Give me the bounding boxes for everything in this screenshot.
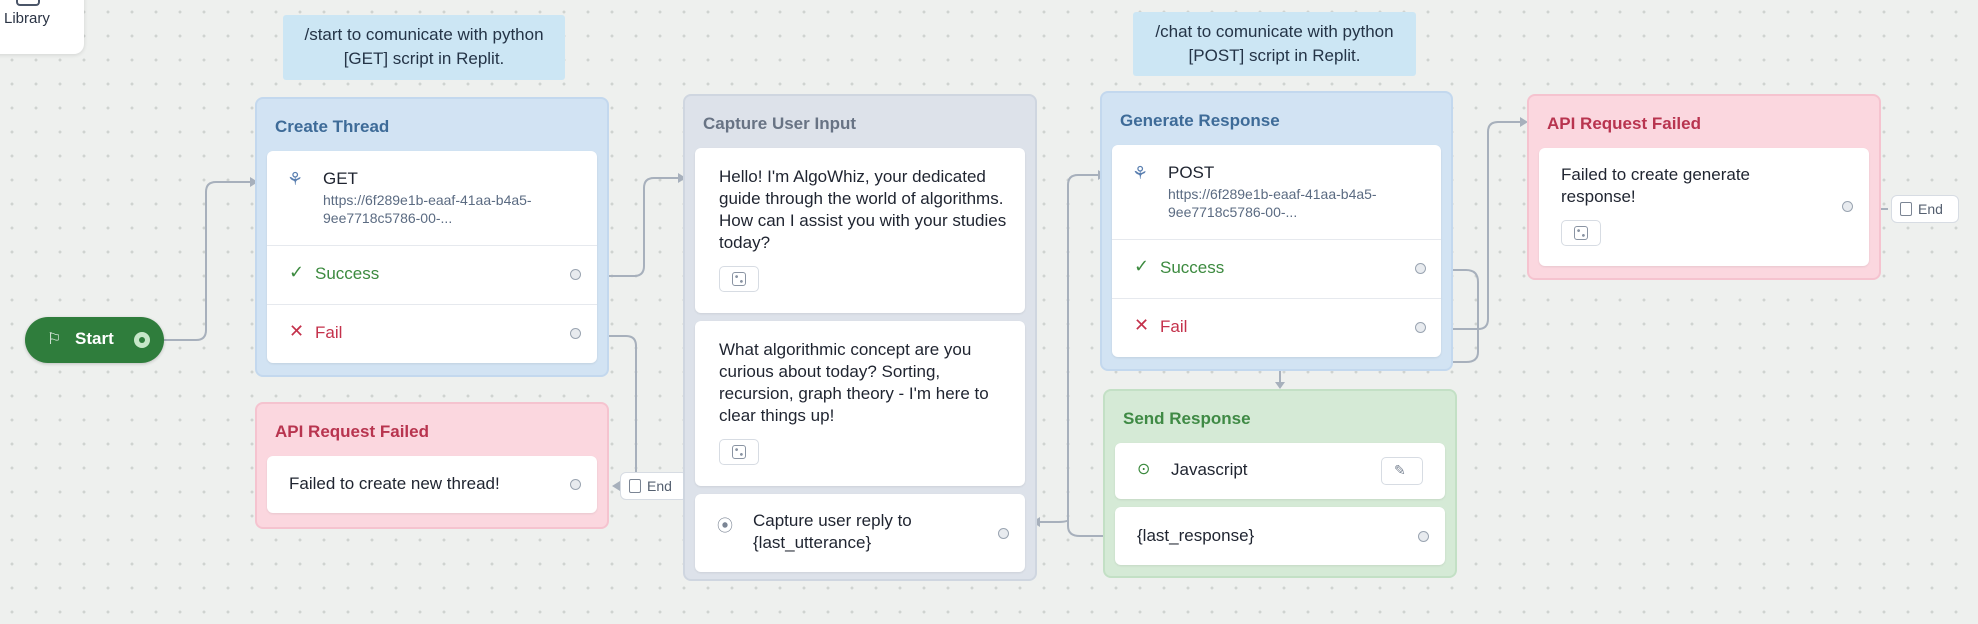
generate-response-card[interactable]: ⚘ POST https://6f289e1b-eaaf-41aa-b4a5-9… bbox=[1112, 145, 1441, 357]
dice-icon[interactable] bbox=[1561, 220, 1601, 246]
api-failed-message-2: Failed to create generate response! bbox=[1561, 165, 1751, 206]
webhook-icon: ⚘ bbox=[287, 169, 304, 189]
code-icon: ⊙ bbox=[1137, 461, 1151, 478]
capture-icon: ⦿ bbox=[717, 518, 734, 535]
javascript-step[interactable]: ⊙ Javascript ✎ bbox=[1115, 443, 1445, 499]
check-icon: ✓ bbox=[289, 262, 305, 282]
end-node-1[interactable]: End bbox=[620, 472, 688, 500]
book-icon bbox=[16, 0, 40, 6]
x-icon: ✕ bbox=[289, 321, 305, 341]
success-port[interactable] bbox=[1415, 263, 1426, 274]
end-node-2[interactable]: End bbox=[1891, 195, 1959, 223]
check-icon: ✓ bbox=[1134, 256, 1150, 276]
response-port[interactable] bbox=[1418, 531, 1429, 542]
fail-path[interactable]: ✕ Fail bbox=[1112, 298, 1441, 357]
success-path[interactable]: ✓ Success bbox=[1112, 239, 1441, 298]
method-label: GET bbox=[323, 169, 358, 188]
end-label-1: End bbox=[647, 478, 672, 494]
fail-label: Fail bbox=[1160, 317, 1188, 336]
note-post[interactable]: /chat to comunicate with python [POST] s… bbox=[1133, 12, 1416, 76]
dice-icon[interactable] bbox=[719, 266, 759, 292]
x-icon: ✕ bbox=[1134, 315, 1150, 335]
api-request-step[interactable]: ⚘ POST https://6f289e1b-eaaf-41aa-b4a5-9… bbox=[1112, 145, 1441, 239]
message-text-2: What algorithmic concept are you curious… bbox=[719, 340, 989, 425]
fail-port[interactable] bbox=[570, 328, 581, 339]
success-label: Success bbox=[1160, 258, 1225, 277]
create-thread-card[interactable]: ⚘ GET https://6f289e1b-eaaf-41aa-b4a5-9e… bbox=[267, 151, 597, 363]
fail-port[interactable] bbox=[1415, 322, 1426, 333]
capture-input-title: Capture User Input bbox=[703, 114, 857, 133]
message-card-1[interactable]: Hello! I'm AlgoWhiz, your dedicated guid… bbox=[695, 148, 1025, 313]
capture-reply-card[interactable]: ⦿ Capture user reply to {last_utterance} bbox=[695, 494, 1025, 572]
flag-icon: ⚐ bbox=[47, 331, 62, 348]
edit-icon: ✎ bbox=[1394, 462, 1406, 478]
generate-response-title: Generate Response bbox=[1120, 111, 1280, 130]
api-request-step[interactable]: ⚘ GET https://6f289e1b-eaaf-41aa-b4a5-9e… bbox=[267, 151, 597, 245]
response-step[interactable]: {last_response} bbox=[1115, 507, 1445, 565]
success-path[interactable]: ✓ Success bbox=[267, 245, 597, 304]
api-failed-block-2[interactable]: API Request Failed Failed to create gene… bbox=[1527, 94, 1881, 280]
fail-path[interactable]: ✕ Fail bbox=[267, 304, 597, 363]
end-label-2: End bbox=[1918, 201, 1943, 217]
dice-icon[interactable] bbox=[719, 439, 759, 465]
response-text: {last_response} bbox=[1137, 526, 1255, 545]
api-failed-title-1: API Request Failed bbox=[275, 422, 429, 441]
library-panel[interactable]: Library bbox=[0, 0, 84, 54]
url-text: https://6f289e1b-eaaf-41aa-b4a5-9ee7718c… bbox=[323, 192, 532, 226]
end-icon bbox=[1900, 202, 1912, 216]
message-text-1: Hello! I'm AlgoWhiz, your dedicated guid… bbox=[719, 167, 1007, 252]
javascript-label: Javascript bbox=[1171, 460, 1248, 479]
create-thread-block[interactable]: Create Thread ⚘ GET https://6f289e1b-eaa… bbox=[255, 97, 609, 377]
start-port[interactable] bbox=[134, 332, 150, 348]
webhook-icon: ⚘ bbox=[1132, 163, 1149, 183]
send-response-block[interactable]: Send Response ⊙ Javascript ✎ {last_respo… bbox=[1103, 389, 1457, 578]
api-failed-port-2[interactable] bbox=[1842, 201, 1853, 212]
message-card-2[interactable]: What algorithmic concept are you curious… bbox=[695, 321, 1025, 486]
success-label: Success bbox=[315, 264, 380, 283]
api-failed-title-2: API Request Failed bbox=[1547, 114, 1701, 133]
capture-port[interactable] bbox=[998, 528, 1009, 539]
capture-reply-text: Capture user reply to {last_utterance} bbox=[753, 511, 912, 552]
start-label: Start bbox=[75, 329, 114, 348]
api-failed-message-1: Failed to create new thread! bbox=[289, 474, 500, 493]
end-icon bbox=[629, 479, 641, 493]
start-node[interactable]: ⚐ Start bbox=[25, 317, 164, 363]
capture-input-block[interactable]: Capture User Input Hello! I'm AlgoWhiz, … bbox=[683, 94, 1037, 581]
note-get[interactable]: /start to comunicate with python [GET] s… bbox=[283, 15, 565, 80]
api-failed-card-2[interactable]: Failed to create generate response! bbox=[1539, 148, 1869, 266]
send-response-title: Send Response bbox=[1123, 409, 1251, 428]
library-label: Library bbox=[4, 10, 50, 27]
edit-code-button[interactable]: ✎ bbox=[1381, 457, 1423, 485]
generate-response-block[interactable]: Generate Response ⚘ POST https://6f289e1… bbox=[1100, 91, 1453, 371]
api-failed-port-1[interactable] bbox=[570, 479, 581, 490]
api-failed-block-1[interactable]: API Request Failed Failed to create new … bbox=[255, 402, 609, 529]
api-failed-card-1[interactable]: Failed to create new thread! bbox=[267, 456, 597, 513]
create-thread-title: Create Thread bbox=[275, 117, 390, 136]
fail-label: Fail bbox=[315, 323, 343, 342]
method-label: POST bbox=[1168, 163, 1215, 182]
url-text: https://6f289e1b-eaaf-41aa-b4a5-9ee7718c… bbox=[1168, 186, 1377, 220]
success-port[interactable] bbox=[570, 269, 581, 280]
